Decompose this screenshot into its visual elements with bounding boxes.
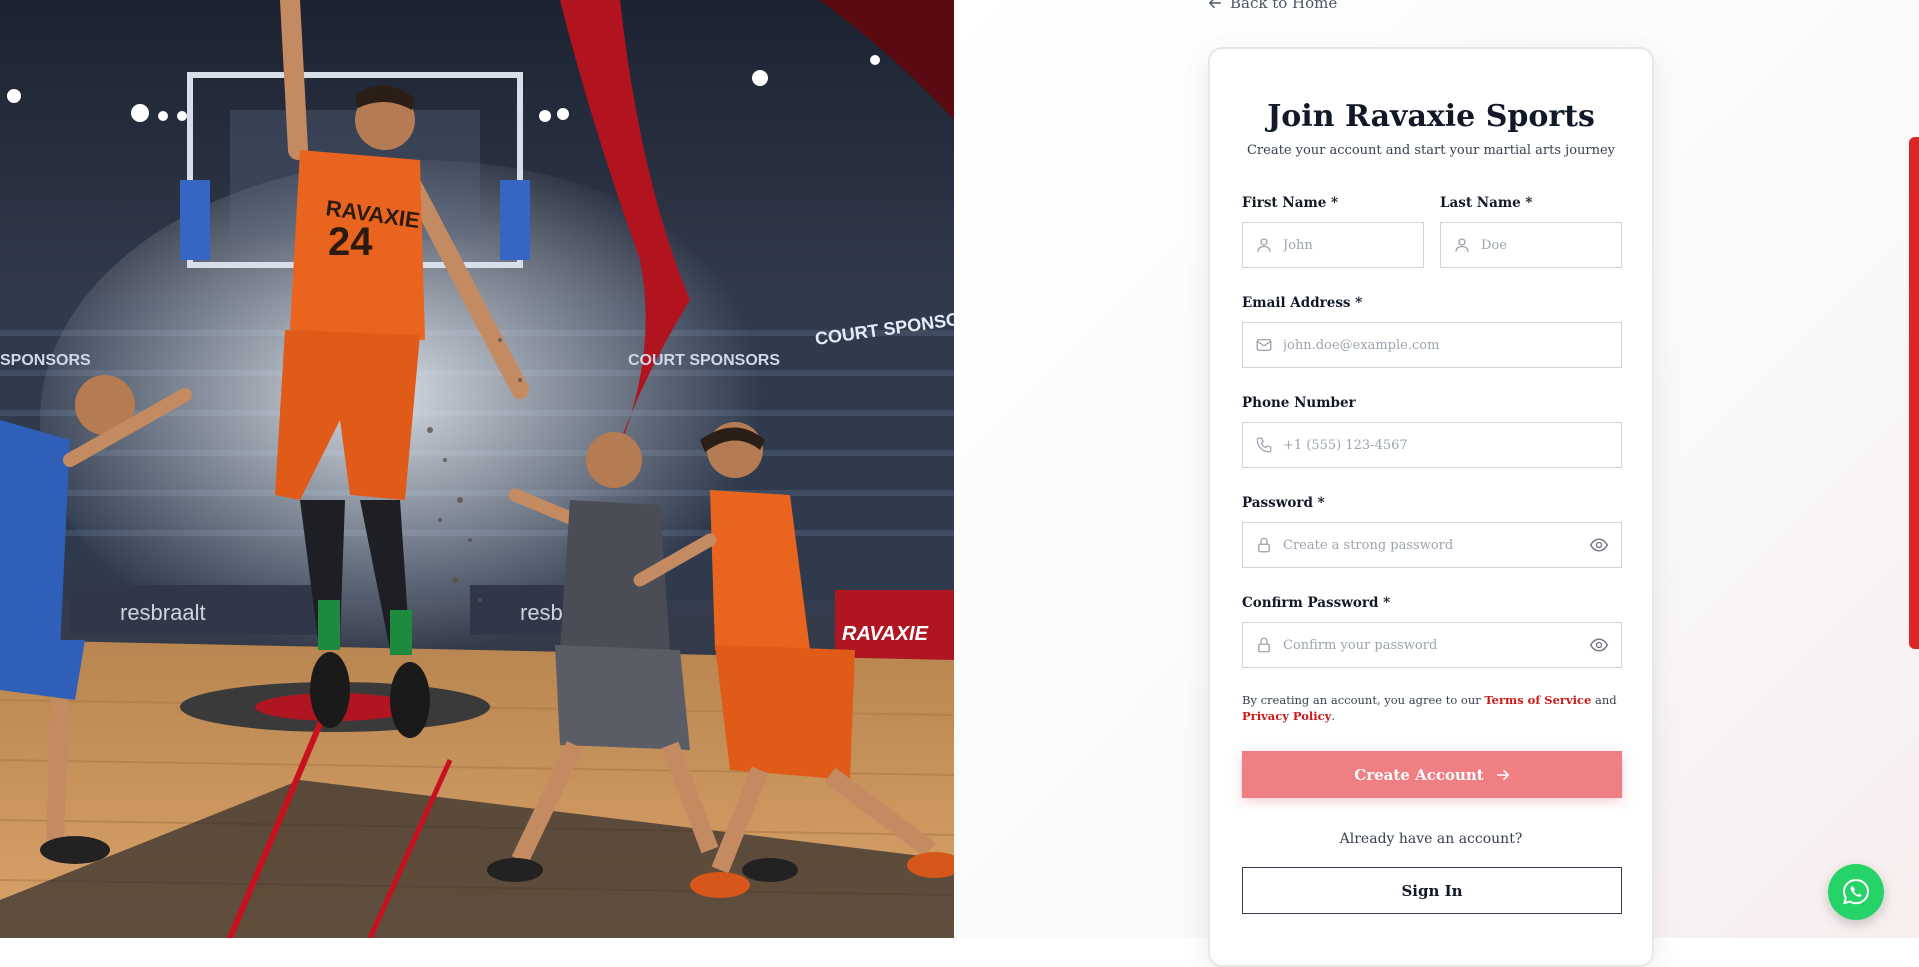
first-name-field[interactable]: [1242, 222, 1424, 268]
hero-image: SPONSORS COURT SPONSORS COURT SPONSORS r…: [0, 0, 954, 938]
signup-card: Join Ravaxie Sports Create your account …: [1208, 47, 1654, 967]
privacy-policy-link[interactable]: Privacy Policy: [1242, 709, 1331, 723]
lock-icon: [1258, 537, 1270, 553]
whatsapp-icon: [1842, 878, 1870, 905]
password-label: Password *: [1242, 495, 1325, 511]
phone-label: Phone Number: [1242, 395, 1356, 411]
create-account-label: Create Account: [1354, 765, 1484, 784]
scroll-accent: [1909, 137, 1919, 649]
confirm-password-label: Confirm Password *: [1242, 595, 1391, 611]
jersey-number: 24: [328, 220, 373, 264]
have-account-text: Already have an account?: [1339, 831, 1523, 847]
confirm-password-field[interactable]: [1242, 622, 1622, 668]
terms-of-service-link[interactable]: Terms of Service: [1484, 693, 1591, 707]
court-ad-3: RAVAXIE: [842, 623, 929, 645]
email-label: Email Address *: [1242, 295, 1363, 311]
phone-icon: [1256, 437, 1272, 453]
create-account-button[interactable]: Create Account: [1242, 751, 1622, 798]
banner-sponsors-left: SPONSORS: [0, 352, 91, 369]
page-subtitle: Create your account and start your marti…: [1246, 143, 1616, 158]
email-input[interactable]: [1283, 337, 1621, 353]
page-title: Join Ravaxie Sports: [1267, 99, 1595, 134]
eye-icon[interactable]: [1589, 535, 1609, 555]
mail-icon: [1256, 339, 1272, 351]
first-name-input[interactable]: [1283, 237, 1423, 253]
password-input[interactable]: [1283, 537, 1589, 553]
lock-icon: [1258, 637, 1270, 653]
sign-in-label: Sign In: [1401, 881, 1463, 900]
phone-field[interactable]: [1242, 422, 1622, 468]
terms-and: and: [1591, 693, 1617, 707]
terms-text: By creating an account, you agree to our…: [1242, 692, 1622, 724]
user-icon: [1257, 238, 1271, 252]
password-field[interactable]: [1242, 522, 1622, 568]
banner-court-sponsors-2: COURT SPONSORS: [628, 352, 780, 369]
phone-input[interactable]: [1283, 437, 1621, 453]
terms-prefix: By creating an account, you agree to our: [1242, 693, 1485, 707]
court-ad-1: resbraalt: [120, 600, 206, 625]
hero-illustration: SPONSORS COURT SPONSORS COURT SPONSORS r…: [0, 0, 954, 938]
sign-in-button[interactable]: Sign In: [1242, 867, 1622, 914]
arrow-left-icon: [1209, 0, 1221, 9]
back-to-home-label: Back to Home: [1230, 0, 1338, 12]
arrow-right-icon: [1496, 769, 1509, 780]
email-field[interactable]: [1242, 322, 1622, 368]
first-name-label: First Name *: [1242, 195, 1339, 211]
whatsapp-button[interactable]: [1828, 864, 1884, 920]
user-icon: [1455, 238, 1469, 252]
last-name-label: Last Name *: [1440, 195, 1533, 211]
eye-icon[interactable]: [1589, 635, 1609, 655]
last-name-field[interactable]: [1440, 222, 1622, 268]
confirm-password-input[interactable]: [1283, 637, 1589, 653]
last-name-input[interactable]: [1481, 237, 1621, 253]
terms-suffix: .: [1331, 709, 1335, 723]
back-to-home-link[interactable]: Back to Home: [1208, 0, 1337, 12]
